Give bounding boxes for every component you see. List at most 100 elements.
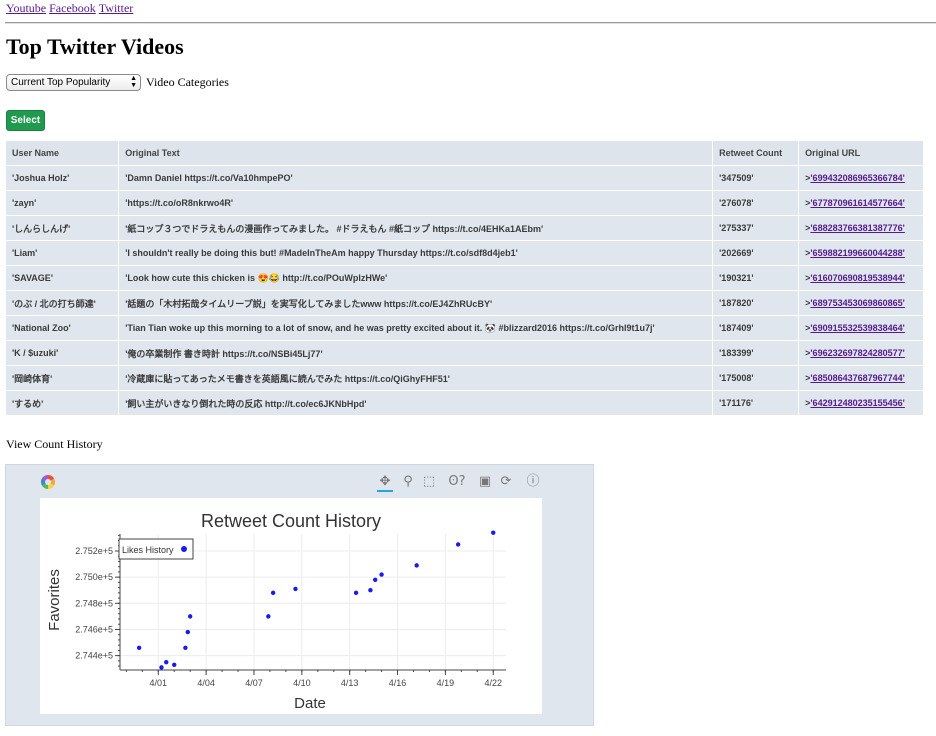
data-point <box>414 563 419 568</box>
column-header-retweet-count[interactable]: Retweet Count <box>713 141 799 165</box>
tweet-url-link[interactable]: '659882199660044288' <box>810 248 904 258</box>
y-axis-label: Favorites <box>46 569 63 631</box>
tweet-url-link[interactable]: '696232697824280577' <box>810 348 904 358</box>
cell-retweet-count: '187409' <box>713 316 799 340</box>
x-tick-label: 4/16 <box>389 678 407 688</box>
table-row: 'Liam' 'I shouldn't really be doing this … <box>6 241 923 265</box>
tweet-url-link[interactable]: '616070690819538944' <box>810 273 904 283</box>
legend-label: Likes History <box>122 545 174 555</box>
nav-link-facebook[interactable]: Facebook <box>49 1 96 15</box>
cell-original-url: >'690915532539838464' <box>799 316 923 340</box>
reset-icon[interactable]: ⟳ <box>498 474 514 490</box>
scatter-chart: Retweet Count History Date Favorites 4/0… <box>46 511 506 712</box>
cell-user-name: 'のぶ / 北の打ち師達' <box>6 291 119 315</box>
box-zoom-icon[interactable]: ⬚ <box>421 474 437 490</box>
category-select[interactable]: Current Top Popularity ▲ ▼ <box>6 74 141 91</box>
cell-retweet-count: '175008' <box>713 366 799 390</box>
select-button[interactable]: Select <box>6 110 45 131</box>
cell-retweet-count: '171176' <box>713 391 799 415</box>
table-row: 'zayn''https://t.co/oR8nkrwo4R' '276078' >… <box>6 191 923 215</box>
cell-retweet-count: '275337' <box>713 216 799 240</box>
tweet-url-link[interactable]: '688283766381387776' <box>810 223 904 233</box>
data-point <box>159 665 164 670</box>
data-point <box>187 614 193 619</box>
data-point <box>373 577 378 582</box>
cell-original-url: >'659882199660044288' <box>799 241 923 265</box>
cell-original-url: >'699432086965366784' <box>799 166 923 190</box>
cell-original-text: 'I shouldn't really be doing this but! #… <box>119 241 713 265</box>
legend-marker <box>181 546 187 552</box>
table-row: 'K / $uzuki' '俺の卒業制作 書き時計 https://t.co/NS… <box>6 341 923 365</box>
data-point <box>491 530 496 535</box>
cell-original-url: >'677870961614577664' <box>799 191 923 215</box>
chart-panel: ✥ ⚲ ⬚ ʘ? ▣ ⟳ ⓘ Retweet Count History Dat… <box>5 464 594 726</box>
cell-user-name: 'SAVAGE' <box>6 266 119 290</box>
table-row: 'しんらしんげ' '紙コップ３つでドラえもんの漫画作ってみました。 #ドラえもん … <box>6 216 923 240</box>
cell-user-name: 'zayn' <box>6 191 119 215</box>
wheel-zoom-icon[interactable]: ⚲ <box>400 474 416 490</box>
cell-original-text: 'Tian Tian woke up this morning to a lot… <box>119 316 713 340</box>
divider <box>5 22 936 24</box>
page-title: Top Twitter Videos <box>6 34 184 59</box>
x-tick-label: 4/04 <box>197 678 215 688</box>
column-header-original-text[interactable]: Original Text <box>119 141 713 165</box>
filter-row: Current Top Popularity ▲ ▼ Video Categori… <box>6 74 229 91</box>
cell-retweet-count: '276078' <box>713 191 799 215</box>
bokeh-logo-icon[interactable] <box>41 475 55 489</box>
cell-original-text: 'Look how cute this chicken is 😍😂 http:/… <box>119 266 713 290</box>
data-point <box>136 645 142 650</box>
lasso-icon[interactable]: ʘ? <box>447 474 467 490</box>
y-tick-label: 2.750e+5 <box>75 572 113 582</box>
nav-link-twitter[interactable]: Twitter <box>99 1 133 15</box>
x-tick-label: 4/07 <box>245 678 263 688</box>
x-tick-label: 4/13 <box>341 678 359 688</box>
cell-original-text: '俺の卒業制作 書き時計 https://t.co/NSBi45Lj77' <box>119 341 713 365</box>
data-point <box>293 586 298 592</box>
cell-original-url: >'696232697824280577' <box>799 341 923 365</box>
data-point <box>185 629 190 635</box>
help-icon[interactable]: ⓘ <box>525 474 541 490</box>
tweet-url-link[interactable]: '690915532539838464' <box>810 323 904 333</box>
cell-retweet-count: '187820' <box>713 291 799 315</box>
cell-retweet-count: '202669' <box>713 241 799 265</box>
cell-original-url: >'685086437687967744' <box>799 366 923 390</box>
pan-icon[interactable]: ✥ <box>377 474 393 492</box>
data-point <box>164 659 169 665</box>
tweet-url-link[interactable]: '685086437687967744' <box>810 373 904 383</box>
category-select-value: Current Top Popularity <box>11 77 111 88</box>
chart-toolbar: ✥ ⚲ ⬚ ʘ? ▣ ⟳ ⓘ <box>6 465 593 497</box>
data-point <box>270 590 276 596</box>
cell-original-url: >'688283766381387776' <box>799 216 923 240</box>
cell-user-name: 'Liam' <box>6 241 119 265</box>
chart-title: Retweet Count History <box>201 511 381 531</box>
table-header-row: User Name Original Text Retweet Count Or… <box>6 141 923 165</box>
column-header-user-name[interactable]: User Name <box>6 141 119 165</box>
tweet-url-link[interactable]: '689753453069860865' <box>810 298 904 308</box>
cell-original-url: >'616070690819538944' <box>799 266 923 290</box>
cell-user-name: 'K / $uzuki' <box>6 341 119 365</box>
cell-user-name: 'するめ' <box>6 391 119 415</box>
select-arrows-icon: ▲ ▼ <box>130 75 137 89</box>
tweet-url-link[interactable]: '677870961614577664' <box>810 198 904 208</box>
save-icon[interactable]: ▣ <box>477 474 493 490</box>
data-point <box>266 614 271 619</box>
tweet-url-link[interactable]: '642912480235155456' <box>810 398 904 408</box>
tweet-url-link[interactable]: '699432086965366784' <box>810 173 904 183</box>
y-tick-label: 2.752e+5 <box>75 546 113 556</box>
cell-original-text: 'https://t.co/oR8nkrwo4R' <box>119 191 713 215</box>
plot-area[interactable]: Retweet Count History Date Favorites 4/0… <box>40 498 542 714</box>
top-nav: Youtube Facebook Twitter <box>6 1 136 16</box>
cell-original-url: >'642912480235155456' <box>799 391 923 415</box>
x-axis-label: Date <box>294 695 326 712</box>
data-point <box>455 542 461 547</box>
data-point <box>368 588 373 593</box>
table-row: 'SAVAGE' 'Look how cute this chicken is 😍… <box>6 266 923 290</box>
nav-link-youtube[interactable]: Youtube <box>6 1 46 15</box>
table-row: 'のぶ / 北の打ち師達' '話題の「木村拓哉タイムリープ説」を実写化してみました… <box>6 291 923 315</box>
x-tick-label: 4/19 <box>437 678 455 688</box>
column-header-original-url[interactable]: Original URL <box>799 141 923 165</box>
table-row: 'Joshua Holz' 'Damn Daniel https://t.co/V… <box>6 166 923 190</box>
history-label: View Count History <box>6 437 103 451</box>
cell-retweet-count: '190321' <box>713 266 799 290</box>
cell-original-url: >'689753453069860865' <box>799 291 923 315</box>
